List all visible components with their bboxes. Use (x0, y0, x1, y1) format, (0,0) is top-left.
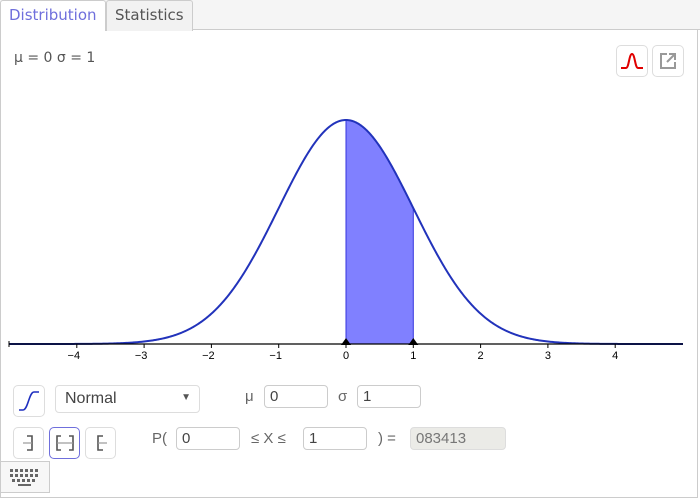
left-sided-icon (22, 435, 33, 451)
left-sided-button[interactable] (13, 427, 44, 459)
right-sided-button[interactable] (85, 427, 116, 459)
interval-icon (55, 435, 74, 451)
distribution-plot[interactable]: −4 −3 −2 −1 0 1 2 3 4 (0, 0, 700, 370)
equals-label: ) = (378, 430, 396, 447)
probability-result (410, 427, 506, 450)
x-tick-label: 0 (343, 350, 349, 362)
right-sided-icon (96, 435, 107, 451)
upper-bound-input[interactable] (303, 427, 367, 450)
dropdown-arrow-icon: ▼ (181, 392, 191, 403)
interval-button[interactable] (49, 427, 80, 459)
x-tick-label: −4 (68, 350, 81, 362)
probability-open-label: P( (152, 430, 167, 447)
x-tick-label: −3 (135, 350, 148, 362)
x-tick-label: 1 (410, 350, 416, 362)
x-tick-label: 2 (478, 350, 484, 362)
mu-input[interactable] (264, 385, 328, 408)
inequality-label: ≤ X ≤ (251, 430, 286, 447)
sigma-label: σ (338, 388, 348, 405)
cumulative-curve-icon (19, 391, 39, 411)
distribution-select-value: Normal (65, 390, 117, 407)
keyboard-icon (10, 469, 38, 486)
x-tick-label: 4 (612, 350, 618, 362)
lower-bound-input[interactable] (176, 427, 240, 450)
mu-label: μ (245, 388, 254, 405)
distribution-select[interactable]: Normal ▼ (55, 385, 200, 413)
keyboard-button[interactable] (0, 461, 50, 493)
shaded-probability-area (345, 119, 414, 345)
x-tick-label: −1 (269, 350, 282, 362)
sigma-input[interactable] (357, 385, 421, 408)
x-tick-label: −2 (202, 350, 215, 362)
x-tick-label: 3 (545, 350, 551, 362)
cumulative-toggle-button[interactable] (13, 385, 45, 417)
